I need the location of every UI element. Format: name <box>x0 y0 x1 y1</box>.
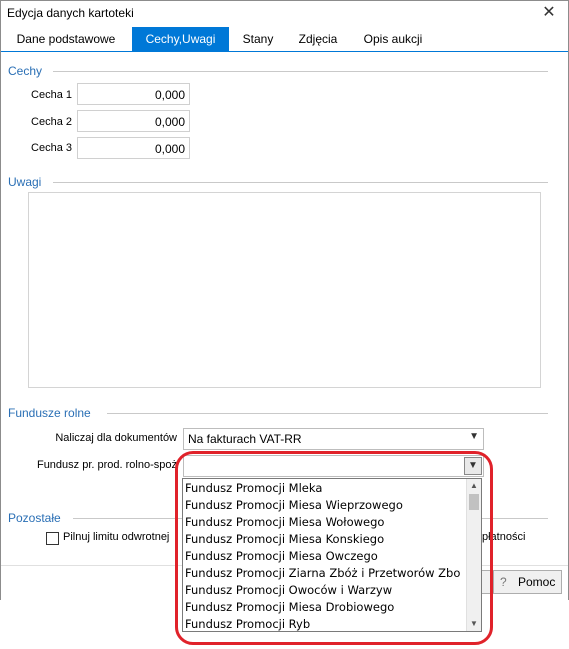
tab-opis-aukcji[interactable]: Opis aukcji <box>353 27 433 51</box>
tab-dane-podstawowe[interactable]: Dane podstawowe <box>1 27 131 51</box>
title-bar: Edycja danych kartoteki ✕ <box>1 1 568 26</box>
naliczaj-label: Naliczaj dla dokumentów <box>55 432 177 444</box>
tab-stany[interactable]: Stany <box>233 27 283 51</box>
dropdown-option[interactable]: Fundusz Promocji Miesa Wołowego <box>185 514 384 531</box>
help-button-label: Pomoc <box>518 575 556 589</box>
help-icon: ? <box>500 575 507 589</box>
window-title: Edycja danych kartoteki <box>7 6 134 20</box>
chevron-down-icon[interactable]: ▼ <box>464 457 482 475</box>
cecha-3-input[interactable]: 0,000 <box>77 137 190 159</box>
checkbox-label: Pilnuj limitu odwrotnej <box>63 531 170 543</box>
cecha-3-label: Cecha 3 <box>31 142 72 154</box>
chevron-down-icon: ▼ <box>469 431 479 442</box>
fundusz-label: Fundusz pr. prod. rolno-spoż <box>36 459 177 471</box>
dropdown-option[interactable]: Fundusz Promocji Miesa Drobiowego <box>185 599 394 616</box>
scrollbar-thumb[interactable] <box>469 494 479 510</box>
naliczaj-select[interactable]: Na fakturach VAT-RR ▼ <box>183 428 484 450</box>
notes-textarea[interactable] <box>28 192 541 388</box>
section-divider <box>53 71 548 72</box>
dropdown-option[interactable]: Fundusz Promocji Mleka <box>185 480 322 497</box>
dropdown-scrollbar[interactable]: ▲ ▼ <box>466 479 481 631</box>
dropdown-option[interactable]: Fundusz Promocji Miesa Wieprzowego <box>185 497 403 514</box>
fundusz-dropdown-list[interactable]: Fundusz Promocji Mleka Fundusz Promocji … <box>182 478 482 632</box>
section-divider <box>53 182 548 183</box>
dropdown-option[interactable]: Fundusz Promocji Miesa Owczego <box>185 548 378 565</box>
pilnuj-limitu-checkbox[interactable] <box>46 532 59 545</box>
help-button[interactable]: ? Pomoc <box>493 570 562 594</box>
dropdown-option[interactable]: Fundusz Promocji Miesa Konskiego <box>185 531 384 548</box>
tab-cechy-uwagi[interactable]: Cechy,Uwagi <box>132 27 229 51</box>
tab-zdjecia[interactable]: Zdjęcia <box>288 27 348 51</box>
section-title-cechy: Cechy <box>8 64 43 78</box>
scroll-down-icon[interactable]: ▼ <box>467 617 481 631</box>
fundusz-select[interactable]: ▼ <box>183 455 484 477</box>
section-title-fundusze: Fundusze rolne <box>8 406 91 420</box>
section-divider <box>107 413 548 414</box>
close-icon[interactable]: ✕ <box>538 3 560 23</box>
checkbox-label-end: płatności <box>482 531 526 543</box>
cecha-2-input[interactable]: 0,000 <box>77 110 190 132</box>
cecha-2-label: Cecha 2 <box>31 116 72 128</box>
tab-bar: Dane podstawowe Cechy,Uwagi Stany Zdjęci… <box>1 27 568 52</box>
naliczaj-value: Na fakturach VAT-RR <box>188 432 302 446</box>
dropdown-option[interactable]: Fundusz Promocji Ziarna Zbóż i Przetworó… <box>185 565 460 582</box>
cecha-1-input[interactable]: 0,000 <box>77 83 190 105</box>
cecha-1-label: Cecha 1 <box>31 89 72 101</box>
section-title-uwagi: Uwagi <box>8 175 42 189</box>
dropdown-option[interactable]: Fundusz Promocji Ryb <box>185 616 310 631</box>
dropdown-option[interactable]: Fundusz Promocji Owoców i Warzyw <box>185 582 392 599</box>
section-title-pozostale: Pozostałe <box>8 511 61 525</box>
scroll-up-icon[interactable]: ▲ <box>467 479 481 493</box>
